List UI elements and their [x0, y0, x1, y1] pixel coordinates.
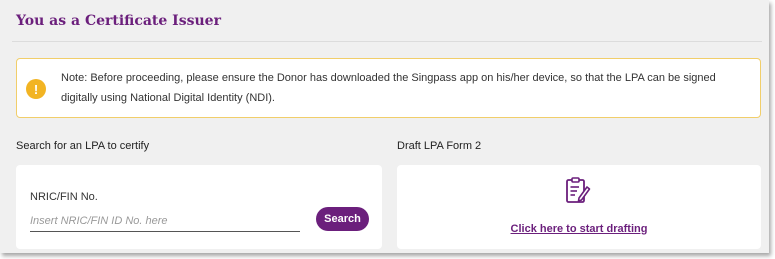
draft-card: Click here to start drafting — [397, 165, 761, 249]
draft-section-label: Draft LPA Form 2 — [397, 140, 482, 152]
nric-input[interactable] — [30, 211, 300, 232]
search-section-label: Search for an LPA to certify — [16, 140, 150, 152]
nric-field-label: NRIC/FIN No. — [30, 191, 98, 203]
exclamation-icon: ! — [26, 79, 46, 99]
title-divider — [12, 41, 762, 42]
page-title: You as a Certificate Issuer — [16, 13, 221, 29]
document-edit-icon[interactable] — [565, 177, 591, 205]
start-drafting-link[interactable]: Click here to start drafting — [397, 223, 761, 235]
certificate-issuer-panel: You as a Certificate Issuer ! Note: Befo… — [0, 0, 769, 253]
note-banner: ! Note: Before proceeding, please ensure… — [16, 58, 761, 118]
search-button[interactable]: Search — [316, 207, 369, 231]
note-text: Note: Before proceeding, please ensure t… — [61, 72, 716, 104]
search-card: NRIC/FIN No. Search — [16, 165, 382, 249]
